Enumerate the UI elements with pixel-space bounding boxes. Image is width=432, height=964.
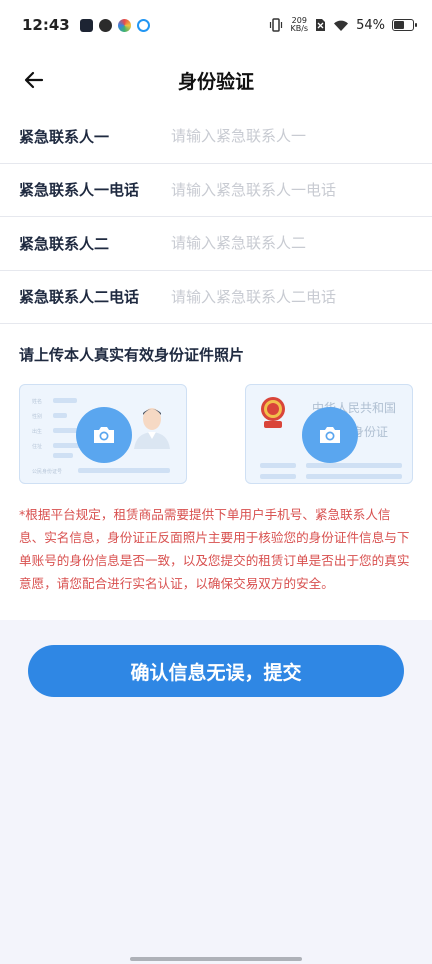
portrait-icon [134, 408, 170, 449]
field-label-contact-1-phone: 紧急联系人一电话 [19, 181, 140, 200]
camera-button-front[interactable] [76, 407, 132, 463]
field-label-contact-2: 紧急联系人二 [19, 234, 110, 253]
line [260, 474, 296, 479]
flower-icon [117, 18, 131, 32]
status-bar-left: 12:43 [22, 16, 150, 34]
network-speed: 209 KB/s [290, 17, 308, 33]
battery-percent: 54% [356, 17, 385, 33]
notice-text: *根据平台规定，租赁商品需要提供下单用户手机号、紧急联系人信息、实名信息，身份证… [19, 507, 410, 591]
line [53, 453, 73, 458]
upload-title: 请上传本人真实有效身份证件照片 [19, 346, 245, 364]
line [260, 463, 296, 468]
vibrate-icon [270, 18, 283, 32]
identity-form: 紧急联系人一 紧急联系人一电话 紧急联系人二 紧急联系人二电话 请上传本人真实有… [0, 110, 432, 620]
network-speed-unit: KB/s [290, 24, 309, 33]
camera-icon [320, 427, 340, 443]
camera-icon [94, 427, 114, 443]
contact-1-input[interactable] [171, 127, 411, 146]
camera-button-back[interactable] [302, 407, 358, 463]
contact-2-phone-input[interactable] [171, 287, 411, 306]
line [53, 413, 67, 418]
field-row-contact-2: 紧急联系人二 [0, 217, 432, 271]
battery-fill [394, 21, 404, 29]
line [78, 468, 170, 473]
status-time: 12:43 [22, 16, 70, 34]
field-label-contact-1: 紧急联系人一 [19, 127, 110, 146]
field-row-contact-1-phone: 紧急联系人一电话 [0, 164, 432, 217]
field-row-contact-2-phone: 紧急联系人二电话 [0, 271, 432, 324]
id-card-front-upload[interactable]: 姓名 性别 出生 住址 公民身份证号 [19, 384, 187, 484]
back-arrow-icon [24, 71, 44, 89]
front-field-birth: 出生 [32, 429, 43, 435]
no-sim-icon [316, 19, 326, 31]
browser-icon [136, 18, 150, 32]
play-icon [79, 18, 93, 32]
line [306, 474, 402, 479]
back-button[interactable] [20, 66, 48, 94]
status-bar-right: 209 KB/s 54% [269, 17, 417, 33]
contact-1-phone-input[interactable] [171, 180, 411, 199]
line [306, 463, 402, 468]
line [53, 398, 77, 403]
front-field-gender: 性别 [32, 414, 43, 420]
front-field-name: 姓名 [32, 399, 43, 405]
submit-button[interactable]: 确认信息无误，提交 [28, 645, 404, 697]
field-row-contact-1: 紧急联系人一 [0, 110, 432, 164]
wifi-icon [334, 20, 349, 31]
status-bar: 12:43 209 KB/s 54% [0, 0, 432, 50]
id-card-back-upload[interactable]: 中华人民共和国 身份证 [245, 384, 413, 484]
front-field-address: 住址 [32, 444, 43, 450]
battery-icon [392, 19, 417, 31]
page-title: 身份验证 [177, 70, 254, 93]
national-emblem-icon [261, 397, 285, 428]
header: 身份验证 [0, 50, 432, 110]
contact-2-input[interactable] [171, 234, 411, 253]
leaf-icon [98, 18, 112, 32]
field-label-contact-2-phone: 紧急联系人二电话 [19, 288, 140, 307]
front-field-id-number: 公民身份证号 [32, 469, 63, 475]
home-indicator[interactable] [130, 957, 302, 961]
